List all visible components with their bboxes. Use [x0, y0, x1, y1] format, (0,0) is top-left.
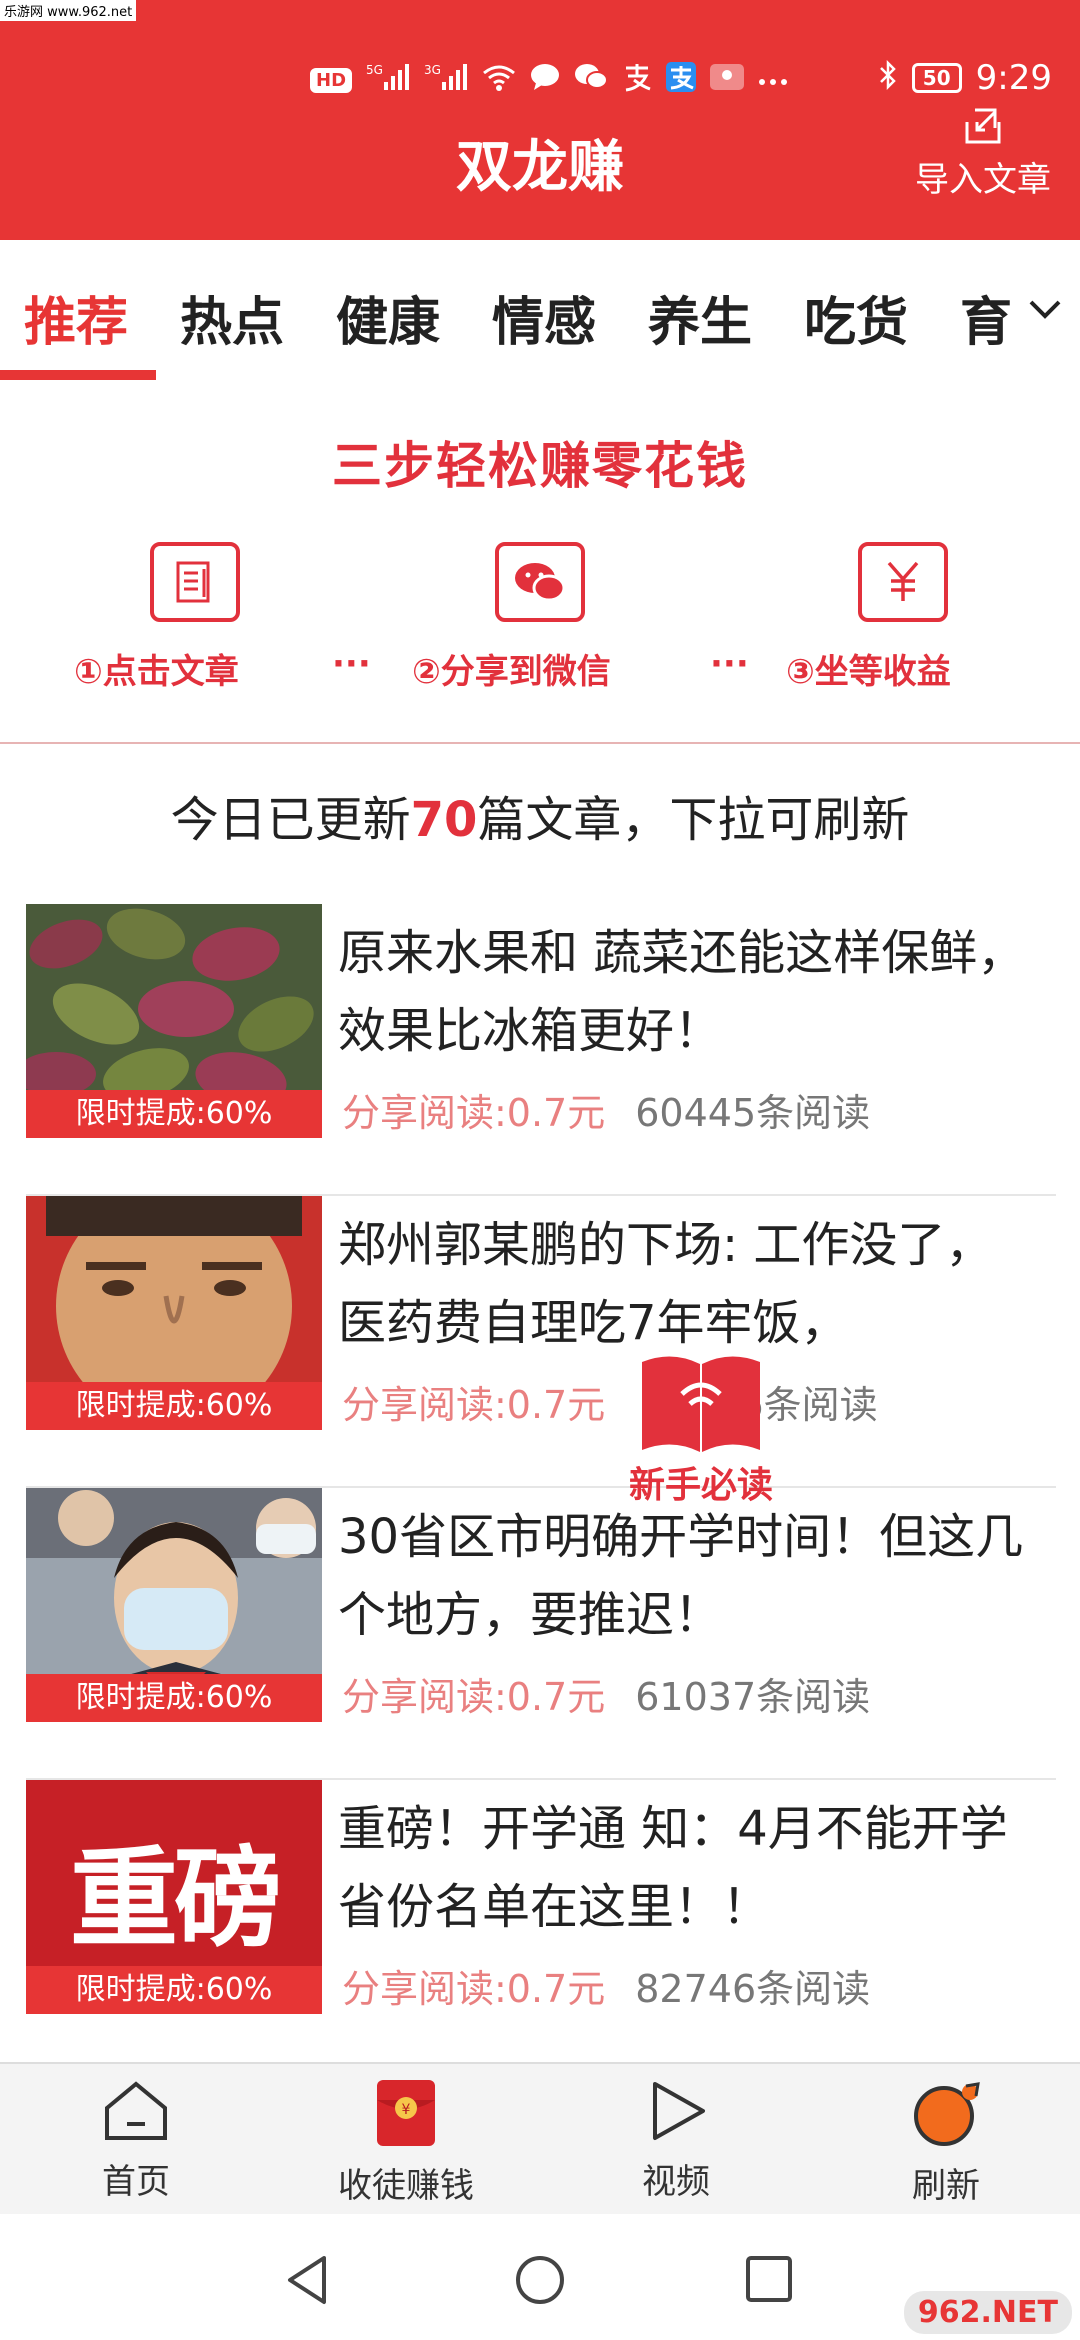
refresh-icon [914, 2082, 980, 2146]
more-dots-icon [758, 68, 788, 93]
newbie-guide-label: 新手必读 [628, 1465, 773, 1506]
article-item[interactable]: 限时提成:60% 30省区市明确开学时间！但这几个地方，要推迟！ 分享阅读:0.… [26, 1488, 1056, 1780]
clock: 9:29 [975, 58, 1052, 98]
tab-parenting[interactable]: 育 [960, 280, 1012, 355]
tab-foodie[interactable]: 吃货 [804, 280, 908, 355]
battery-indicator: 50 [911, 63, 962, 93]
alipay-icon-2 [666, 62, 697, 98]
huawei-icon [710, 64, 745, 96]
signal-3g-text: 3G [424, 63, 441, 77]
read-count: 82746条阅读 [635, 1967, 871, 2011]
article-title: 30省区市明确开学时间！但这几个地方，要推迟！ [338, 1509, 1024, 1643]
nav-recruit-label: 收徒赚钱 [338, 2166, 474, 2206]
step-separator: ··· [332, 644, 371, 684]
article-meta: 分享阅读:0.7元 60445条阅读 [342, 1082, 870, 1137]
play-icon [653, 2082, 705, 2140]
tab-health[interactable]: 健康 [336, 280, 440, 355]
red-envelope-icon: ¥ [377, 2080, 435, 2146]
promo-badge: 限时提成:60% [26, 1674, 322, 1722]
thumbnail-text: 重磅 [69, 1837, 282, 1962]
watermark: 乐游网 www.962.net [0, 0, 137, 21]
step-1-label: ①点击文章 [74, 652, 239, 692]
message-icon [530, 63, 560, 97]
notice-suffix: 篇文章，下拉可刷新 [477, 792, 910, 848]
share-reward: 分享阅读:0.7元 [342, 1967, 606, 2011]
home-button[interactable] [514, 2254, 566, 2310]
bottom-navigation: 首页 ¥ 收徒赚钱 视频 刷新 [0, 2062, 1080, 2214]
system-navigation-bar: 962.NET [0, 2214, 1080, 2340]
article-title: 郑州郭某鹏的下场: 工作没了，医药费自理吃7年牢饭， [338, 1217, 994, 1351]
article-meta: 分享阅读:0.7元 36条阅读 [342, 1374, 878, 1429]
import-label: 导入文章 [915, 160, 1051, 200]
nav-refresh-label: 刷新 [912, 2166, 980, 2206]
article-meta: 分享阅读:0.7元 61037条阅读 [342, 1666, 870, 1721]
signal-5g-icon: 5G [366, 62, 410, 98]
earn-steps-banner[interactable]: 三步轻松赚零花钱 ①点击文章 ··· ②分享到微信 ··· ③坐等收益 [0, 386, 1080, 744]
status-bar: HD 5G 3G 50 9:29 [310, 58, 1080, 102]
chevron-down-icon [1029, 300, 1061, 319]
newbie-guide-button[interactable]: 新手必读 [626, 1346, 776, 1506]
article-title: 原来水果和 蔬菜还能这样保鲜，效果比冰箱更好！ [338, 925, 1026, 1059]
notice-prefix: 今日已更新 [170, 792, 411, 848]
import-article-button[interactable]: 导入文章 [908, 104, 1058, 201]
article-item[interactable]: 限时提成:60% 原来水果和 蔬菜还能这样保鲜，效果比冰箱更好！ 分享阅读:0.… [26, 904, 1056, 1196]
read-count: 61037条阅读 [635, 1675, 871, 1719]
article-item[interactable]: 限时提成:60% 郑州郭某鹏的下场: 工作没了，医药费自理吃7年牢饭， 分享阅读… [26, 1196, 1056, 1488]
tab-active-indicator [0, 370, 156, 380]
recents-square-icon [746, 2256, 792, 2302]
tab-recommend[interactable]: 推荐 [24, 280, 128, 355]
yuan-icon [858, 542, 948, 622]
site-logo: 962.NET [903, 2291, 1072, 2334]
hd-icon: HD [310, 67, 353, 93]
share-reward: 分享阅读:0.7元 [342, 1383, 606, 1427]
nav-home-label: 首页 [102, 2162, 170, 2202]
alipay-icon [622, 62, 652, 98]
category-tabs: 推荐 热点 健康 情感 养生 吃货 育 [0, 240, 1080, 386]
share-reward: 分享阅读:0.7元 [342, 1091, 606, 1135]
wifi-icon [482, 63, 516, 97]
step-2-label: ②分享到微信 [412, 652, 611, 692]
read-count: 60445条阅读 [635, 1091, 871, 1135]
back-triangle-icon [288, 2256, 326, 2304]
promo-badge: 限时提成:60% [26, 1090, 322, 1138]
app-header: 乐游网 www.962.net HD 5G 3G 50 9:29 双龙赚 导入文… [0, 0, 1080, 240]
banner-title: 三步轻松赚零花钱 [332, 437, 748, 495]
tab-hot[interactable]: 热点 [180, 280, 284, 355]
article-thumbnail: 限时提成:60% [26, 1488, 322, 1722]
article-thumbnail: 限时提成:60% [26, 1196, 322, 1430]
signal-5g-text: 5G [366, 63, 383, 77]
bluetooth-icon [878, 59, 898, 96]
svg-text:¥: ¥ [402, 2102, 411, 2118]
step-3-label: ③坐等收益 [786, 652, 951, 692]
nav-video[interactable]: 视频 [576, 2078, 776, 2203]
wechat-status-icon [574, 63, 609, 97]
article-title: 重磅！开学通 知：4月不能开学省份名单在这里！！ [338, 1801, 1008, 1935]
home-icon [105, 2081, 167, 2140]
back-button[interactable] [284, 2254, 330, 2310]
tab-expand-button[interactable] [1010, 240, 1080, 380]
signal-3g-icon: 3G [424, 62, 468, 98]
update-notice: 今日已更新70篇文章，下拉可刷新 [0, 780, 1080, 850]
nav-refresh[interactable]: 刷新 [846, 2078, 1046, 2207]
step-separator: ··· [710, 644, 749, 684]
tab-wellness[interactable]: 养生 [648, 280, 752, 355]
article-meta: 分享阅读:0.7元 82746条阅读 [342, 1958, 870, 2013]
home-circle-icon [516, 2256, 564, 2304]
import-icon [965, 108, 1001, 144]
article-item[interactable]: 重磅 限时提成:60% 重磅！开学通 知：4月不能开学省份名单在这里！！ 分享阅… [26, 1780, 1056, 2072]
book-icon [642, 1356, 760, 1452]
article-thumbnail: 重磅 限时提成:60% [26, 1780, 322, 2014]
wechat-icon [495, 542, 585, 622]
document-icon [150, 542, 240, 622]
promo-badge: 限时提成:60% [26, 1966, 322, 2014]
promo-badge: 限时提成:60% [26, 1382, 322, 1430]
recents-button[interactable] [744, 2254, 794, 2308]
share-reward: 分享阅读:0.7元 [342, 1675, 606, 1719]
nav-home[interactable]: 首页 [36, 2078, 236, 2203]
nav-recruit[interactable]: ¥ 收徒赚钱 [306, 2078, 506, 2207]
tab-emotion[interactable]: 情感 [492, 280, 596, 355]
nav-video-label: 视频 [642, 2162, 710, 2202]
article-thumbnail: 限时提成:60% [26, 904, 322, 1138]
notice-count: 70 [410, 792, 478, 848]
